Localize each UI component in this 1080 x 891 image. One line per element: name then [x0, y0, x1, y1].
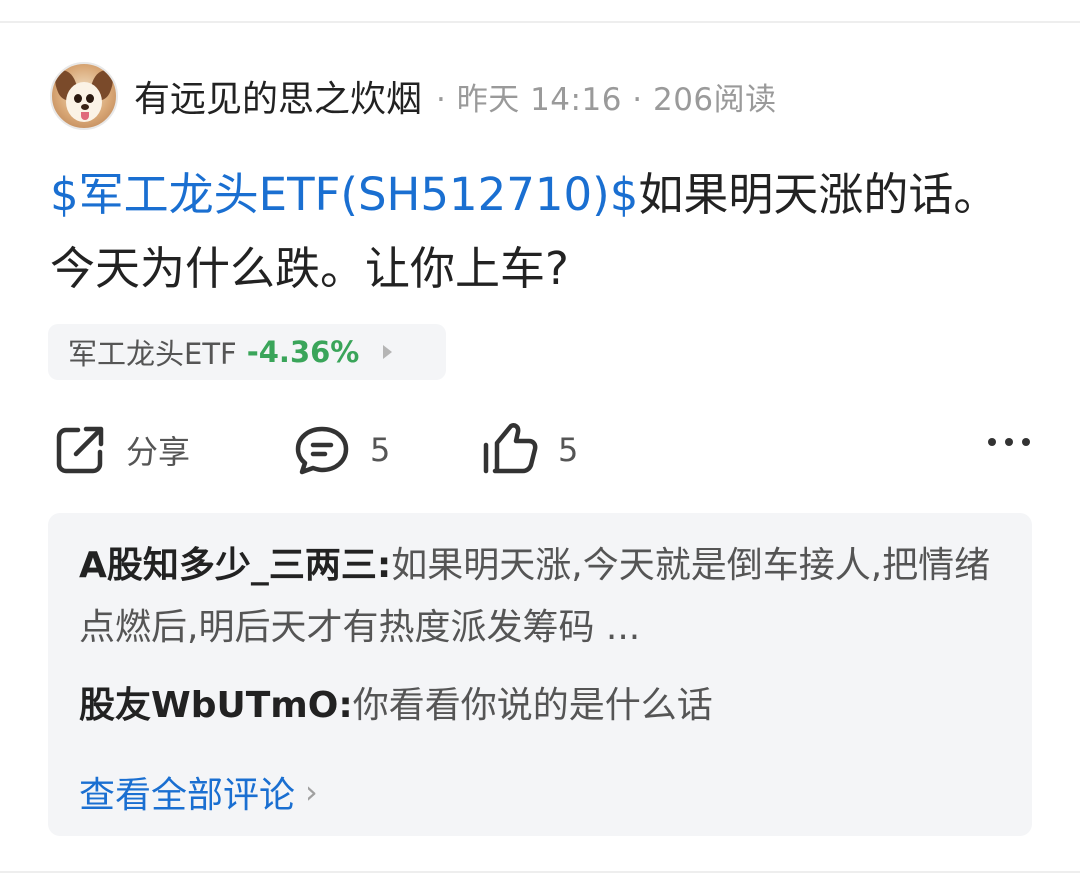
avatar-tongue: [81, 112, 89, 120]
like-count: 5: [558, 431, 579, 469]
comment-item[interactable]: 股友WbUTmO:你看看你说的是什么话: [79, 675, 1009, 737]
share-button[interactable]: 分享: [54, 420, 190, 480]
comment-author[interactable]: A股知多少_三两三: [79, 545, 377, 586]
post-header: 有远见的思之炊烟 · 昨天 14:16 · 206阅读: [50, 61, 777, 131]
more-icon[interactable]: [988, 438, 1030, 446]
stock-link[interactable]: $军工龙头ETF(SH512710)$: [50, 168, 638, 221]
stock-name: 军工龙头ETF: [68, 337, 237, 371]
bottom-divider: [0, 871, 1080, 873]
avatar-eye: [86, 94, 94, 103]
like-icon: [483, 423, 538, 474]
more-dot: [988, 438, 996, 446]
avatar-eye: [74, 94, 82, 103]
post-body: $军工龙头ETF(SH512710)$如果明天涨的话。今天为什么跌。让你上车?: [50, 158, 1040, 306]
like-button[interactable]: 5: [480, 420, 578, 480]
comment-separator: :: [338, 685, 353, 726]
view-all-label: 查看全部评论: [79, 775, 296, 816]
more-dot: [1022, 438, 1030, 446]
view-all-comments-link[interactable]: 查看全部评论 ›: [79, 766, 318, 818]
share-label: 分享: [126, 433, 191, 471]
more-dot: [1005, 438, 1013, 446]
action-bar: 分享 5 5: [50, 420, 1030, 480]
comment-separator: :: [376, 545, 392, 586]
comment-author[interactable]: 股友WbUTmO: [79, 685, 338, 726]
comment-button[interactable]: 5: [294, 420, 390, 480]
comment-body: A股知多少_三两三:如果明天涨,今天就是倒车接人,把情绪点燃后,明后天才有热度派…: [79, 535, 1009, 659]
comments-preview: A股知多少_三两三:如果明天涨,今天就是倒车接人,把情绪点燃后,明后天才有热度派…: [48, 513, 1032, 836]
username[interactable]: 有远见的思之炊烟: [134, 70, 422, 122]
chevron-right-icon: [383, 345, 393, 359]
comment-item[interactable]: A股知多少_三两三:如果明天涨,今天就是倒车接人,把情绪点燃后,明后天才有热度派…: [79, 535, 1009, 659]
stock-chip[interactable]: 军工龙头ETF -4.36%: [48, 324, 446, 380]
post-meta: · 昨天 14:16 · 206阅读: [436, 81, 777, 118]
top-divider: [0, 21, 1080, 23]
comment-icon: [295, 426, 349, 475]
comment-count: 5: [370, 431, 391, 469]
comment-text: 你看看你说的是什么话: [352, 685, 713, 726]
share-icon: [56, 426, 104, 474]
stock-change: -4.36%: [246, 335, 360, 369]
avatar[interactable]: [50, 62, 118, 130]
avatar-nose: [81, 104, 89, 110]
chevron-right-icon: ›: [305, 773, 318, 811]
